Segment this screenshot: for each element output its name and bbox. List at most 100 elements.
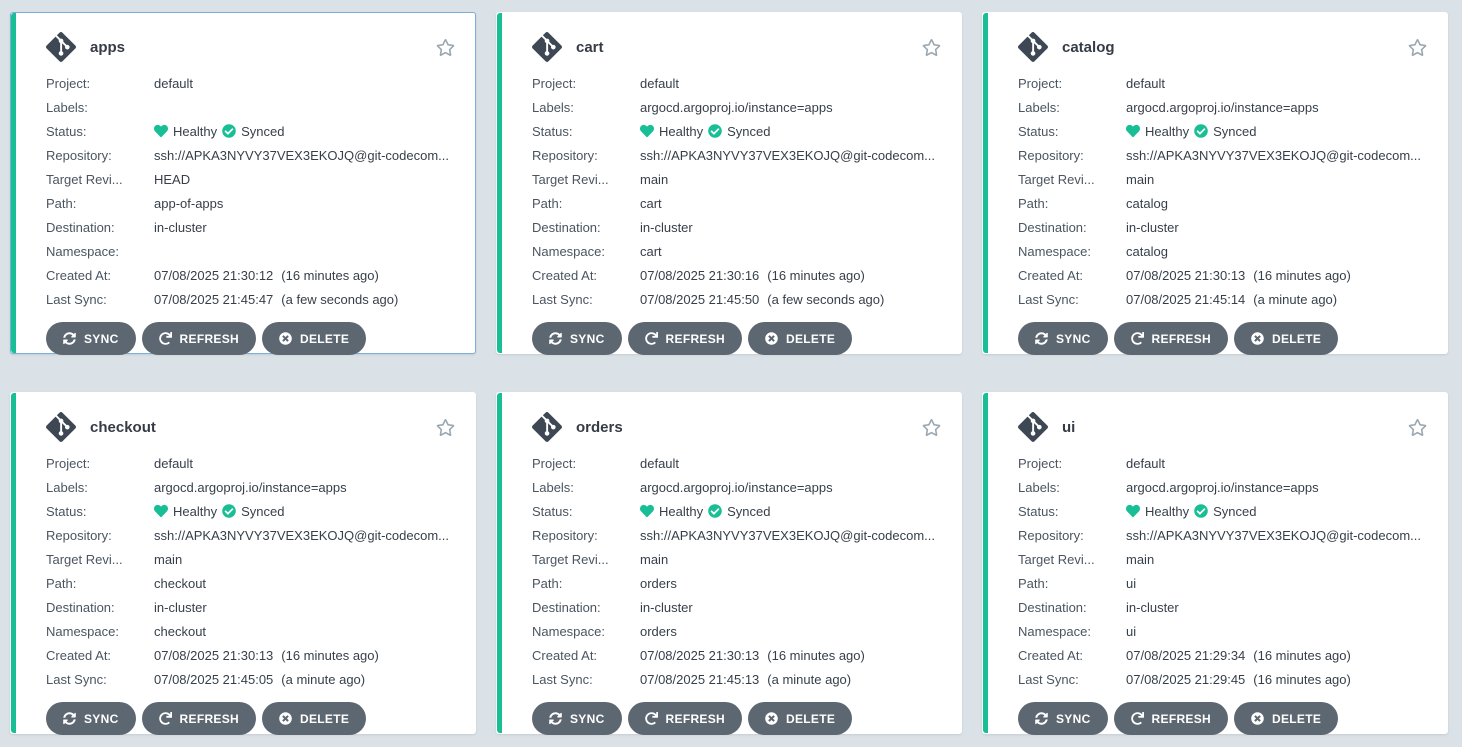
delete-button[interactable]: DELETE xyxy=(262,322,366,355)
last-sync-value: 07/08/2025 21:45:50(a few seconds ago) xyxy=(640,292,884,307)
field-label: Created At: xyxy=(532,268,640,283)
refresh-button-label: REFRESH xyxy=(180,332,239,346)
destination-value: in-cluster xyxy=(154,220,207,235)
favorite-star-icon[interactable] xyxy=(1408,38,1427,57)
field-label: Labels: xyxy=(1018,480,1126,495)
field-label: Destination: xyxy=(532,220,640,235)
sync-button[interactable]: SYNC xyxy=(46,322,136,355)
delete-button-label: DELETE xyxy=(1272,712,1321,726)
favorite-star-icon[interactable] xyxy=(436,418,455,437)
created-at-timestamp: 07/08/2025 21:30:16 xyxy=(640,268,759,283)
repository-value: ssh://APKA3NYVY37VEX3EKOJQ@git-codecom..… xyxy=(154,148,449,163)
favorite-star-icon[interactable] xyxy=(436,38,455,57)
destination-value: in-cluster xyxy=(154,600,207,615)
sync-arrows-icon xyxy=(1035,332,1048,345)
redo-arrow-icon xyxy=(645,712,658,725)
application-tile[interactable]: apps Project: default Labels: Status: He… xyxy=(10,12,476,354)
sync-button[interactable]: SYNC xyxy=(46,702,136,735)
favorite-star-icon[interactable] xyxy=(922,418,941,437)
tile-header: catalog xyxy=(1018,27,1427,67)
refresh-button[interactable]: REFRESH xyxy=(142,322,256,355)
last-sync-relative: (a few seconds ago) xyxy=(281,292,398,307)
sync-status-text: Synced xyxy=(241,504,284,519)
field-label: Target Revi... xyxy=(46,172,154,187)
status-value: Healthy Synced xyxy=(640,124,770,139)
sync-button-label: SYNC xyxy=(1056,712,1091,726)
field-label: Namespace: xyxy=(46,244,154,259)
target-revision-value: main xyxy=(1126,552,1154,567)
favorite-star-icon[interactable] xyxy=(1408,418,1427,437)
application-tile[interactable]: orders Project: default Labels: argocd.a… xyxy=(496,392,962,734)
sync-button-label: SYNC xyxy=(570,332,605,346)
field-label: Path: xyxy=(532,196,640,211)
application-tile[interactable]: ui Project: default Labels: argocd.argop… xyxy=(982,392,1448,734)
created-at-value: 07/08/2025 21:30:13(16 minutes ago) xyxy=(1126,268,1351,283)
delete-button[interactable]: DELETE xyxy=(748,322,852,355)
git-application-icon xyxy=(532,412,562,442)
tile-actions: SYNC REFRESH DELETE xyxy=(532,322,941,355)
field-row-path: Path: cart xyxy=(532,191,941,215)
application-tile[interactable]: checkout Project: default Labels: argocd… xyxy=(10,392,476,734)
last-sync-value: 07/08/2025 21:45:13(a minute ago) xyxy=(640,672,851,687)
tile-actions: SYNC REFRESH DELETE xyxy=(46,322,455,355)
created-at-value: 07/08/2025 21:30:16(16 minutes ago) xyxy=(640,268,865,283)
field-label: Labels: xyxy=(532,480,640,495)
field-label: Created At: xyxy=(532,648,640,663)
favorite-star-icon[interactable] xyxy=(922,38,941,57)
field-row-target-revision: Target Revi... main xyxy=(1018,547,1427,571)
delete-button[interactable]: DELETE xyxy=(262,702,366,735)
application-tile[interactable]: catalog Project: default Labels: argocd.… xyxy=(982,12,1448,354)
application-tile[interactable]: cart Project: default Labels: argocd.arg… xyxy=(496,12,962,354)
field-row-repository: Repository: ssh://APKA3NYVY37VEX3EKOJQ@g… xyxy=(46,143,455,167)
field-row-namespace: Namespace: checkout xyxy=(46,619,455,643)
field-label: Destination: xyxy=(532,600,640,615)
healthy-heart-icon xyxy=(154,504,168,518)
field-row-labels: Labels: argocd.argoproj.io/instance=apps xyxy=(46,475,455,499)
last-sync-relative: (a minute ago) xyxy=(767,672,851,687)
delete-button[interactable]: DELETE xyxy=(748,702,852,735)
times-circle-icon xyxy=(765,332,778,345)
sync-button[interactable]: SYNC xyxy=(1018,702,1108,735)
repository-value: ssh://APKA3NYVY37VEX3EKOJQ@git-codecom..… xyxy=(154,528,449,543)
project-value: default xyxy=(1126,456,1165,471)
destination-value: in-cluster xyxy=(640,600,693,615)
applications-grid: apps Project: default Labels: Status: He… xyxy=(0,0,1462,747)
field-row-destination: Destination: in-cluster xyxy=(46,215,455,239)
last-sync-timestamp: 07/08/2025 21:45:14 xyxy=(1126,292,1245,307)
sync-button[interactable]: SYNC xyxy=(532,322,622,355)
project-value: default xyxy=(640,456,679,471)
delete-button[interactable]: DELETE xyxy=(1234,702,1338,735)
synced-check-icon xyxy=(222,504,236,518)
refresh-button[interactable]: REFRESH xyxy=(1114,322,1228,355)
sync-button[interactable]: SYNC xyxy=(1018,322,1108,355)
field-label: Target Revi... xyxy=(532,552,640,567)
status-value: Healthy Synced xyxy=(154,124,284,139)
field-label: Destination: xyxy=(46,220,154,235)
field-row-status: Status: Healthy Synced xyxy=(532,499,941,523)
refresh-button[interactable]: REFRESH xyxy=(628,322,742,355)
field-label: Status: xyxy=(532,124,640,139)
refresh-button[interactable]: REFRESH xyxy=(628,702,742,735)
times-circle-icon xyxy=(279,712,292,725)
field-label: Status: xyxy=(46,124,154,139)
field-row-namespace: Namespace: orders xyxy=(532,619,941,643)
field-label: Path: xyxy=(532,576,640,591)
sync-status-text: Synced xyxy=(241,124,284,139)
field-label: Project: xyxy=(532,76,640,91)
last-sync-value: 07/08/2025 21:45:05(a minute ago) xyxy=(154,672,365,687)
tile-actions: SYNC REFRESH DELETE xyxy=(46,702,455,735)
field-row-namespace: Namespace: xyxy=(46,239,455,263)
project-value: default xyxy=(154,76,193,91)
field-row-destination: Destination: in-cluster xyxy=(46,595,455,619)
sync-button[interactable]: SYNC xyxy=(532,702,622,735)
field-label: Last Sync: xyxy=(1018,292,1126,307)
delete-button-label: DELETE xyxy=(786,332,835,346)
field-row-labels: Labels: argocd.argoproj.io/instance=apps xyxy=(532,475,941,499)
refresh-button[interactable]: REFRESH xyxy=(1114,702,1228,735)
sync-status-text: Synced xyxy=(727,124,770,139)
delete-button[interactable]: DELETE xyxy=(1234,322,1338,355)
field-row-namespace: Namespace: cart xyxy=(532,239,941,263)
tile-actions: SYNC REFRESH DELETE xyxy=(1018,322,1427,355)
refresh-button[interactable]: REFRESH xyxy=(142,702,256,735)
field-row-project: Project: default xyxy=(46,451,455,475)
